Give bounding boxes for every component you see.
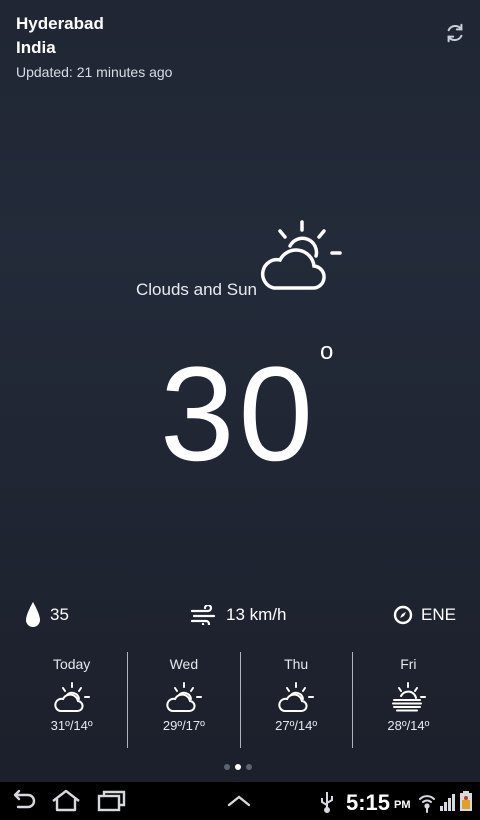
recent-apps-icon[interactable] xyxy=(96,788,128,814)
condition-label: Clouds and Sun xyxy=(136,280,257,299)
page-dot[interactable] xyxy=(224,764,230,770)
clock-ampm: PM xyxy=(394,799,411,811)
forecast-day[interactable]: Fri 28º/14º xyxy=(351,652,464,748)
wind-icon xyxy=(190,605,216,625)
refresh-icon[interactable] xyxy=(444,22,466,44)
haze-sun-icon xyxy=(392,682,427,712)
forecast-day[interactable]: Thu 27º/14º xyxy=(239,652,352,748)
wifi-icon xyxy=(419,795,435,813)
drop-icon xyxy=(26,602,40,627)
wind-value: 13 km/h xyxy=(226,605,287,624)
forecast-temp: 29º/17º xyxy=(162,718,205,733)
forecast-temp: 28º/14º xyxy=(387,718,430,733)
signal-icon xyxy=(440,794,455,811)
direction-stat: ENE xyxy=(393,598,456,632)
forecast-day-name: Today xyxy=(52,656,91,672)
partly-cloudy-icon xyxy=(53,682,90,712)
home-icon[interactable] xyxy=(50,788,82,814)
location-header: Hyderabad India Updated: 21 minutes ago xyxy=(16,12,172,80)
partly-cloudy-icon xyxy=(261,220,342,290)
chevron-up-icon[interactable] xyxy=(224,788,254,814)
forecast-temp: 27º/14º xyxy=(275,718,318,733)
forecast-strip: Today 31º/14º Wed 29º/17º Thu 27º/14º Fr… xyxy=(16,652,464,748)
compass-icon xyxy=(393,605,413,625)
battery-icon xyxy=(460,791,472,811)
degree-symbol: o xyxy=(320,338,334,365)
humidity-value: 35 xyxy=(50,605,69,624)
forecast-day[interactable]: Today 31º/14º xyxy=(16,652,127,748)
wind-stat: 13 km/h xyxy=(190,598,286,632)
country-name: India xyxy=(16,38,56,57)
current-temperature: 30 xyxy=(160,340,318,489)
partly-cloudy-icon xyxy=(278,682,315,712)
forecast-day-name: Fri xyxy=(400,656,417,672)
weather-stats: 35 13 km/h ENE xyxy=(0,598,480,632)
page-dot[interactable] xyxy=(246,764,252,770)
forecast-day-name: Wed xyxy=(169,656,199,672)
forecast-temp: 31º/14º xyxy=(50,718,93,733)
city-name: Hyderabad xyxy=(16,14,104,33)
humidity-stat: 35 xyxy=(24,598,69,632)
current-condition: Clouds and Sun xyxy=(130,218,350,308)
back-icon[interactable] xyxy=(8,788,38,814)
partly-cloudy-icon xyxy=(166,682,202,712)
system-nav-bar: 5:15 PM xyxy=(0,782,480,820)
direction-value: ENE xyxy=(421,605,456,624)
page-indicator xyxy=(224,764,252,770)
forecast-day-name: Thu xyxy=(284,656,309,672)
clock-time: 5:15 xyxy=(346,790,391,815)
page-dot-active[interactable] xyxy=(235,764,241,770)
usb-icon xyxy=(321,792,333,813)
forecast-day[interactable]: Wed 29º/17º xyxy=(127,652,239,748)
updated-text: Updated: 21 minutes ago xyxy=(16,64,173,80)
